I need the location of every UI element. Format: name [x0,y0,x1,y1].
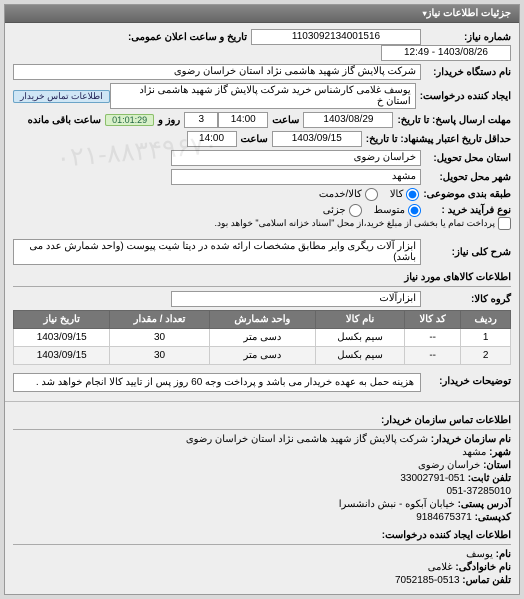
phone2-value: 051-37285010 [446,486,511,497]
table-cell: 30 [110,347,209,365]
table-cell: 1 [461,329,511,347]
radio-khadamat[interactable]: کالا/خدمت [319,188,378,201]
time-label-2: ساعت [237,134,272,145]
city-label: شهر: [489,447,511,458]
table-cell: 2 [461,347,511,365]
table-cell: 30 [110,329,209,347]
table-row[interactable]: 1--سیم بکسلدسی متر301403/09/15 [14,329,511,347]
mobile-value: 0513-7052185 [395,575,460,586]
delivery-city-field: مشهد [171,169,421,185]
radio-khadamat-input[interactable] [365,188,378,201]
respond-until-label: مهلت ارسال پاسخ: تا تاریخ: [393,115,511,126]
table-cell: دسی متر [209,347,316,365]
chk-pay[interactable]: پرداخت تمام یا بخشی از مبلغ خرید،از محل … [215,217,511,230]
province-label: استان: [483,460,511,471]
table-header-row: ردیف کد کالا نام کالا واحد شمارش تعداد /… [14,311,511,329]
radio-mid-input[interactable] [408,204,421,217]
time-label-1: ساعت [268,115,303,126]
days-label: روز و [154,115,184,126]
respond-time-field: 14:00 [218,112,268,128]
radio-mid[interactable]: متوسط [374,204,421,217]
postcode-value: 9184675371 [416,512,472,523]
panel-content: شماره نیاز: 1103092134001516 تاریخ و ساع… [5,23,519,401]
contact-section: اطلاعات تماس سازمان خریدار: نام سازمان خ… [5,401,519,594]
goods-group-label: گروه کالا: [421,294,511,305]
city-value: مشهد [462,447,486,458]
postcode-label: کدپستی: [475,512,511,523]
th-1: کد کالا [405,311,461,329]
fname-value: یوسف [466,549,493,560]
chk-pay-input[interactable] [498,217,511,230]
overall-desc-field: ابزار آلات ریگری وایر مطابق مشخصات ارائه… [13,239,421,265]
goods-table: ردیف کد کالا نام کالا واحد شمارش تعداد /… [13,310,511,365]
collapse-icon[interactable]: ▾ [423,9,427,18]
time-left-tag: 01:01:29 [105,114,154,126]
days-left-field: 3 [184,112,218,128]
buyer-org-label: نام دستگاه خریدار: [421,67,511,78]
overall-desc-label: شرح کلی نیاز: [421,247,511,258]
remaining-label: ساعت باقی مانده [24,115,105,126]
radio-kala-input[interactable] [406,188,419,201]
th-0: ردیف [461,311,511,329]
lname-value: غلامی [428,562,453,573]
need-no-field: 1103092134001516 [251,29,421,45]
phone-label: تلفن ثابت: [468,473,511,484]
table-cell: سیم بکسل [316,347,405,365]
buyer-org-field: شرکت پالایش گاز شهید هاشمی نژاد استان خر… [13,64,421,80]
address-value: خیابان آبکوه - نبش دانشسرا [339,499,455,510]
radio-kala[interactable]: کالا [390,188,420,201]
buy-type-label: نوع فرآیند خرید : [421,205,511,216]
pkg-type-label: طبقه بندی موضوعی: [419,189,511,200]
delivery-prov-field: خراسان رضوی [171,150,421,166]
radio-partial[interactable]: جزئی [323,204,362,217]
table-cell: -- [405,329,461,347]
org-name-value: شرکت پالایش گاز شهید هاشمی نژاد استان خر… [186,434,428,445]
radio-partial-input[interactable] [349,204,362,217]
respond-date-field: 1403/08/29 [303,112,393,128]
address-label: آدرس پستی: [458,499,511,510]
valid-time-field: 14:00 [187,131,237,147]
fname-label: نام: [496,549,511,560]
panel-title: جزئیات اطلاعات نیاز [427,8,511,19]
requester-field: یوسف غلامی کارشناس خرید شرکت پالایش گاز … [110,83,416,109]
th-3: واحد شمارش [209,311,316,329]
table-row[interactable]: 2--سیم بکسلدسی متر301403/09/15 [14,347,511,365]
goods-group-field: ابزارآلات [171,291,421,307]
province-value: خراسان رضوی [418,460,480,471]
table-cell: دسی متر [209,329,316,347]
need-no-label: شماره نیاز: [421,32,511,43]
goods-info-title: اطلاعات کالاهای مورد نیاز [13,269,511,287]
contact-header: اطلاعات تماس سازمان خریدار: [13,412,511,430]
valid-date-field: 1403/09/15 [272,131,362,147]
announce-dt-label: تاریخ و ساعت اعلان عمومی: [124,32,251,43]
panel-header[interactable]: جزئیات اطلاعات نیاز ▾ [5,5,519,23]
table-cell: -- [405,347,461,365]
details-panel: جزئیات اطلاعات نیاز ▾ شماره نیاز: 110309… [4,4,520,595]
th-4: تعداد / مقدار [110,311,209,329]
valid-until-label: حداقل تاریخ اعتبار پیشنهاد: تا تاریخ: [362,134,511,145]
buyer-notes-field: هزینه حمل به عهده خریدار می باشد و پرداخ… [13,373,421,392]
th-2: نام کالا [316,311,405,329]
org-name-label: نام سازمان خریدار: [431,434,511,445]
delivery-prov-label: استان محل تحویل: [421,153,511,164]
lname-label: نام خانوادگی: [455,562,511,573]
requester-header: اطلاعات ایجاد کننده درخواست: [13,527,511,545]
mobile-label: تلفن تماس: [462,575,511,586]
buyer-notes-label: توضیحات خریدار: [421,376,511,387]
announce-dt-field: 1403/08/26 - 12:49 [381,45,511,61]
phone-value: 051-33002791 [400,473,465,484]
table-cell: سیم بکسل [316,329,405,347]
requester-label: ایجاد کننده درخواست: [416,91,511,102]
table-cell: 1403/09/15 [14,347,110,365]
buyer-contact-tag[interactable]: اطلاعات تماس خریدار [13,90,110,103]
th-5: تاریخ نیاز [14,311,110,329]
delivery-city-label: شهر محل تحویل: [421,172,511,183]
table-cell: 1403/09/15 [14,329,110,347]
